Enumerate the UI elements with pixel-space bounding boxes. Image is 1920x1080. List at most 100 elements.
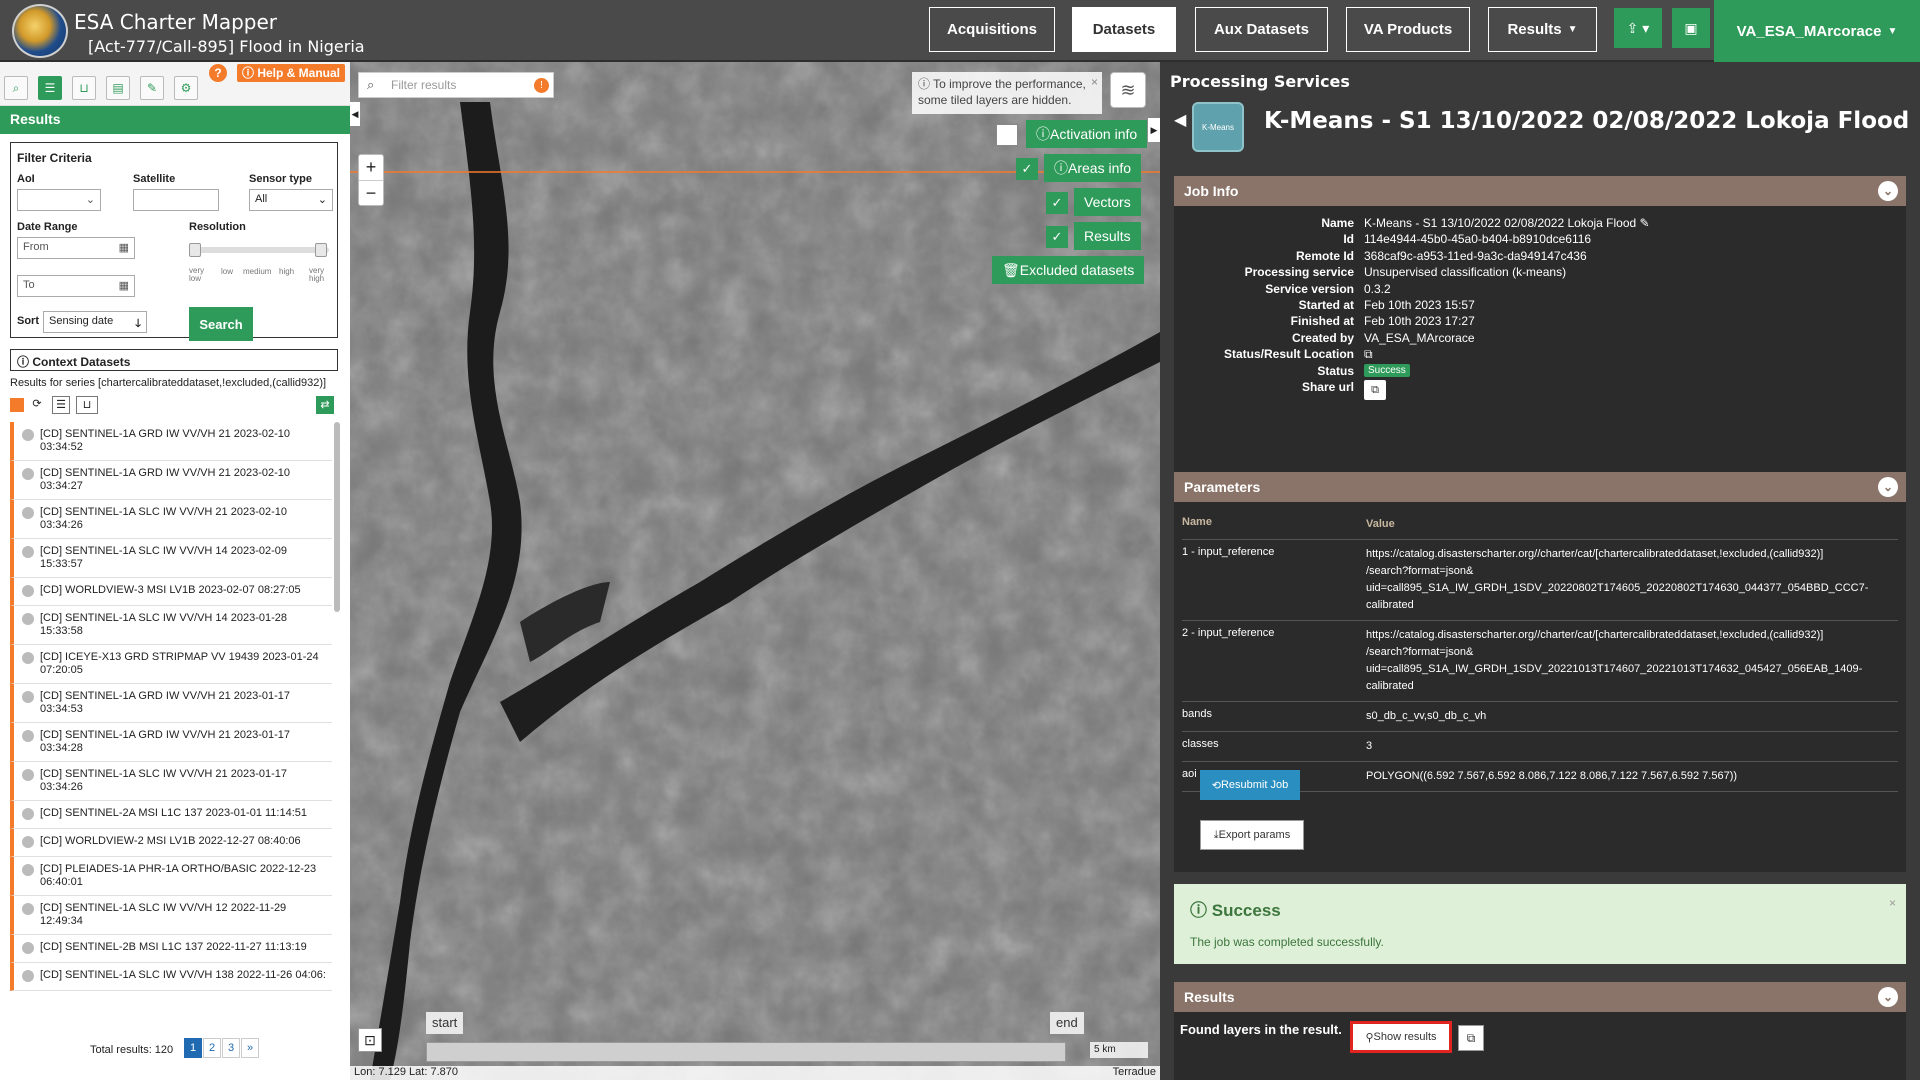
help-question-icon[interactable]: ? bbox=[209, 64, 227, 82]
chevron-down-icon[interactable]: ⌄ bbox=[1878, 477, 1898, 497]
list-item[interactable]: [CD] SENTINEL-1A GRD IW VV/VH 21 2023-02… bbox=[10, 422, 332, 461]
nav-datasets[interactable]: Datasets bbox=[1072, 7, 1176, 52]
areas-info-checkbox[interactable]: ✓ bbox=[1016, 158, 1038, 180]
job-info-header[interactable]: Job Info ⌄ bbox=[1174, 176, 1906, 206]
list-item-label: [CD] SENTINEL-1A SLC IW VV/VH 14 2023-02… bbox=[40, 545, 287, 570]
basket-tool-button[interactable]: ⊔ bbox=[72, 76, 96, 100]
nav-results[interactable]: Results ▼ bbox=[1488, 7, 1597, 52]
resolution-slider[interactable] bbox=[189, 243, 329, 257]
chevron-down-icon[interactable]: ⌄ bbox=[1878, 987, 1898, 1007]
map-panel-icon[interactable]: ⊡ bbox=[358, 1028, 382, 1052]
search-tool-button[interactable]: ⌕ bbox=[4, 76, 28, 100]
results-checkbox[interactable]: ✓ bbox=[1046, 226, 1068, 248]
list-item[interactable]: [CD] SENTINEL-1A SLC IW VV/VH 14 2023-01… bbox=[10, 606, 332, 645]
sensor-label: Sensor type bbox=[249, 173, 312, 185]
calendar-icon[interactable]: ▦ bbox=[119, 241, 129, 254]
refresh-icon[interactable]: ⟳ bbox=[28, 396, 46, 414]
job-info-key: Created by bbox=[1291, 330, 1354, 345]
map-attribution[interactable]: Terradue bbox=[1108, 1066, 1160, 1078]
zoom-out-button[interactable]: − bbox=[359, 180, 383, 205]
collapse-layers-icon[interactable]: ▶ bbox=[1148, 118, 1160, 142]
list-item[interactable]: [CD] SENTINEL-1A SLC IW VV/VH 21 2023-01… bbox=[10, 762, 332, 801]
archive-tool-button[interactable]: ▤ bbox=[106, 76, 130, 100]
list-view-icon[interactable]: ☰ bbox=[52, 396, 70, 414]
select-all-checkbox[interactable] bbox=[10, 398, 24, 412]
list-item[interactable]: [CD] SENTINEL-1A GRD IW VV/VH 21 2023-02… bbox=[10, 461, 332, 500]
list-item[interactable]: [CD] SENTINEL-1A SLC IW VV/VH 21 2023-02… bbox=[10, 500, 332, 539]
sort-select[interactable]: Sensing date 🡓 bbox=[43, 311, 147, 333]
layer-vectors[interactable]: Vectors bbox=[1074, 188, 1141, 216]
warning-icon[interactable]: ! bbox=[534, 78, 549, 93]
activation-info-checkbox[interactable] bbox=[996, 124, 1018, 146]
list-item-label: [CD] SENTINEL-1A SLC IW VV/VH 14 2023-01… bbox=[40, 612, 287, 637]
collapse-left-panel-icon[interactable]: ◀ bbox=[350, 102, 360, 126]
map-filter-input[interactable]: ⌕ Filter results ! bbox=[358, 72, 554, 98]
basket-icon[interactable]: ⊔ bbox=[76, 396, 98, 414]
nav-acquisitions[interactable]: Acquisitions bbox=[929, 7, 1055, 52]
list-item[interactable]: [CD] PLEIADES-1A PHR-1A ORTHO/BASIC 2022… bbox=[10, 857, 332, 896]
copy-icon[interactable]: ⧉ bbox=[1364, 380, 1386, 400]
job-info-row: Id 114e4944-45b0-45a0-b404-b8910dce6116 bbox=[1174, 232, 1894, 248]
slider-handle-max[interactable] bbox=[315, 243, 327, 257]
list-item[interactable]: [CD] SENTINEL-1A SLC IW VV/VH 12 2022-11… bbox=[10, 896, 332, 935]
zoom-in-button[interactable]: + bbox=[359, 155, 383, 180]
back-icon[interactable]: ◀ bbox=[1174, 110, 1186, 130]
layer-activation-info[interactable]: ⓘ Activation info bbox=[1026, 120, 1148, 148]
share-icon[interactable]: ⇄ bbox=[316, 396, 334, 414]
layer-excluded-datasets[interactable]: 🗑 Excluded datasets bbox=[992, 256, 1145, 284]
satellite-input[interactable] bbox=[133, 189, 219, 211]
briefcase-button[interactable]: ▣ bbox=[1672, 8, 1710, 48]
resubmit-job-button[interactable]: ⟲ Resubmit Job bbox=[1200, 770, 1300, 800]
show-results-button[interactable]: ⚲ Show results bbox=[1350, 1021, 1452, 1053]
help-manual-button[interactable]: ⓘ Help & Manual bbox=[237, 64, 346, 82]
page-1[interactable]: 1 bbox=[184, 1038, 202, 1058]
chevron-down-icon[interactable]: ⌄ bbox=[1878, 181, 1898, 201]
vectors-checkbox[interactable]: ✓ bbox=[1046, 192, 1068, 214]
aoi-select[interactable]: ⌄ bbox=[17, 189, 101, 211]
table-row: classes 3 bbox=[1182, 732, 1898, 762]
globe-icon bbox=[22, 585, 34, 597]
list-item[interactable]: [CD] WORLDVIEW-3 MSI LV1B 2023-02-07 08:… bbox=[10, 578, 332, 606]
nav-aux-datasets[interactable]: Aux Datasets bbox=[1195, 7, 1328, 52]
list-item[interactable]: [CD] SENTINEL-1A SLC IW VV/VH 138 2022-1… bbox=[10, 963, 332, 991]
search-button[interactable]: Search bbox=[189, 307, 253, 341]
results-header[interactable]: Results ⌄ bbox=[1174, 982, 1906, 1012]
map-view[interactable]: ◀ ▶ ⌕ Filter results ! ⓘ To improve the … bbox=[350, 62, 1160, 1080]
timeline-slider[interactable] bbox=[426, 1042, 1066, 1062]
list-tool-button[interactable]: ☰ bbox=[38, 76, 62, 100]
context-datasets-header[interactable]: ⓘ Context Datasets bbox=[10, 349, 338, 371]
list-item[interactable]: [CD] SENTINEL-1A GRD IW VV/VH 21 2023-01… bbox=[10, 723, 332, 762]
settings-tool-button[interactable]: ⚙ bbox=[174, 76, 198, 100]
user-menu[interactable]: VA_ESA_MArcorace ▼ bbox=[1714, 0, 1920, 62]
calendar-icon[interactable]: ▦ bbox=[119, 279, 129, 292]
list-item[interactable]: [CD] ICEYE-X13 GRD STRIPMAP VV 19439 202… bbox=[10, 645, 332, 684]
list-item[interactable]: [CD] SENTINEL-1A SLC IW VV/VH 14 2023-02… bbox=[10, 539, 332, 578]
date-from-input[interactable]: From ▦ bbox=[17, 237, 135, 259]
list-item[interactable]: [CD] SENTINEL-1A GRD IW VV/VH 21 2023-01… bbox=[10, 684, 332, 723]
date-to-input[interactable]: To ▦ bbox=[17, 275, 135, 297]
copy-icon[interactable]: ⧉ bbox=[1458, 1025, 1484, 1051]
page-2[interactable]: 2 bbox=[203, 1038, 221, 1058]
edit-tool-button[interactable]: ✎ bbox=[140, 76, 164, 100]
list-scrollbar[interactable] bbox=[334, 422, 340, 612]
layer-results[interactable]: Results bbox=[1074, 222, 1141, 250]
layers-switcher-icon[interactable]: ≋ bbox=[1110, 72, 1146, 108]
sensor-select[interactable]: All ⌄ bbox=[249, 189, 333, 211]
close-icon[interactable]: × bbox=[1091, 74, 1098, 90]
top-bar: ESA Charter Mapper [Act-777/Call-895] Fl… bbox=[0, 0, 1920, 62]
nav-va-products[interactable]: VA Products bbox=[1346, 7, 1470, 52]
list-item[interactable]: [CD] SENTINEL-2B MSI L1C 137 2022-11-27 … bbox=[10, 935, 332, 963]
arrow-down-icon[interactable]: 🡓 bbox=[135, 315, 141, 334]
parameters-header[interactable]: Parameters ⌄ bbox=[1174, 472, 1906, 502]
export-params-button[interactable]: ⤓ Export params bbox=[1200, 820, 1304, 850]
upload-button[interactable]: ⇪ ▾ bbox=[1614, 8, 1662, 48]
list-item[interactable]: [CD] WORLDVIEW-2 MSI LV1B 2022-12-27 08:… bbox=[10, 829, 332, 857]
page-next[interactable]: » bbox=[241, 1038, 259, 1058]
slider-handle-min[interactable] bbox=[189, 243, 201, 257]
layer-areas-info[interactable]: ⓘ Areas info bbox=[1044, 154, 1142, 182]
app-logo[interactable] bbox=[12, 4, 68, 58]
close-icon[interactable]: × bbox=[1889, 896, 1896, 910]
external-link-icon[interactable]: ⧉ bbox=[1364, 347, 1373, 362]
page-3[interactable]: 3 bbox=[222, 1038, 240, 1058]
list-item[interactable]: [CD] SENTINEL-2A MSI L1C 137 2023-01-01 … bbox=[10, 801, 332, 829]
